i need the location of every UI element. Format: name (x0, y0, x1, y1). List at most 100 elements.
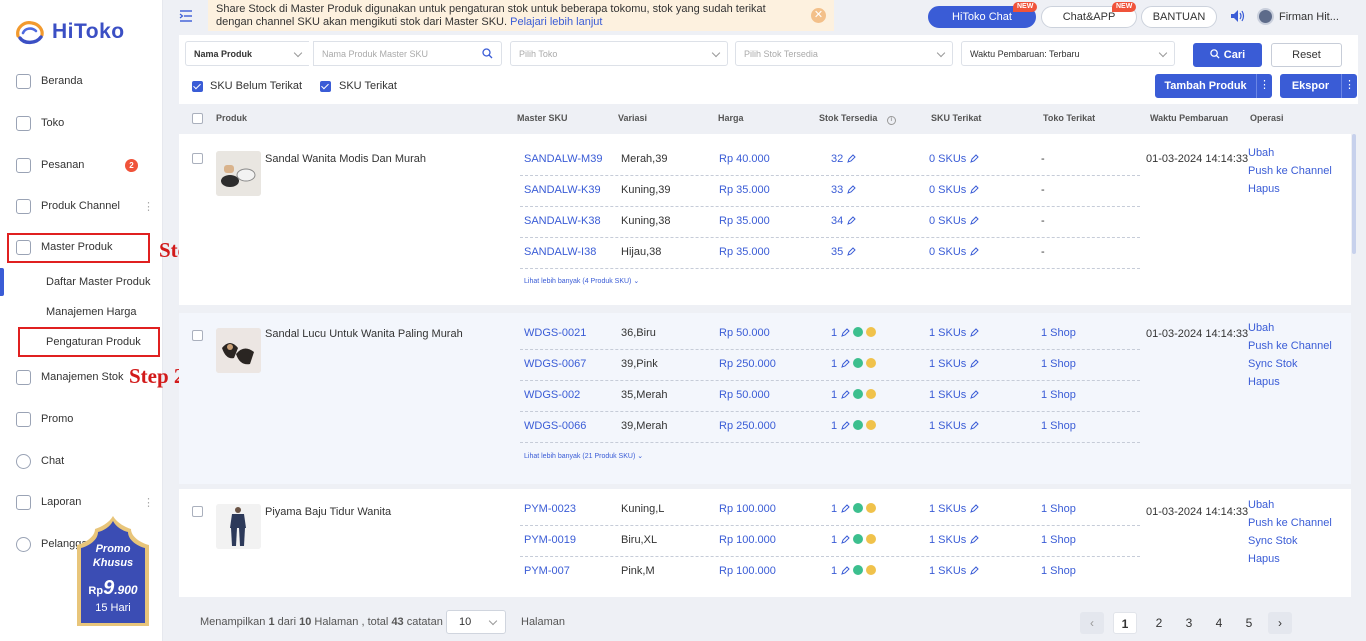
pencil-icon[interactable] (841, 535, 850, 544)
export-more-icon[interactable]: ⋮ (1341, 74, 1357, 98)
bound-sku-value[interactable]: 0 SKUs (929, 215, 980, 227)
pencil-icon[interactable] (970, 247, 980, 256)
stock-value[interactable]: 33 (831, 184, 856, 196)
bound-sku-value[interactable]: 0 SKUs (929, 246, 980, 258)
sync-status-icon[interactable] (853, 420, 864, 430)
prev-page-button[interactable]: ‹ (1080, 612, 1104, 634)
bound-sku-value[interactable]: 1 SKUs (929, 327, 980, 339)
delete-link[interactable]: Hapus (1248, 180, 1332, 198)
bound-sku-value[interactable]: 1 SKUs (929, 503, 980, 515)
more-vertical-icon[interactable]: ⋮ (143, 496, 154, 509)
close-icon[interactable]: ✕ (811, 8, 826, 23)
unbound-sku-checkbox[interactable] (192, 81, 203, 92)
master-sku-link[interactable]: WDGS-0066 (524, 420, 586, 432)
master-sku-link[interactable]: PYM-007 (524, 565, 570, 577)
lock-status-icon[interactable] (866, 389, 877, 399)
pencil-icon[interactable] (970, 421, 980, 430)
edit-link[interactable]: Ubah (1248, 496, 1332, 514)
product-name[interactable]: Sandal Wanita Modis Dan Murah (265, 153, 426, 165)
sync-status-icon[interactable] (853, 389, 864, 399)
lock-status-icon[interactable] (866, 503, 877, 513)
pencil-icon[interactable] (970, 535, 980, 544)
speaker-icon[interactable] (1230, 9, 1245, 23)
lock-status-icon[interactable] (866, 565, 877, 575)
product-thumbnail[interactable] (216, 504, 261, 549)
pencil-icon[interactable] (841, 328, 850, 337)
bound-store[interactable]: 1 Shop (1041, 565, 1076, 577)
master-sku-link[interactable]: SANDALW-K39 (524, 184, 601, 196)
select-all-checkbox[interactable] (192, 113, 203, 124)
stock-value[interactable]: 32 (831, 153, 856, 165)
search-type-select[interactable]: Nama Produk (185, 41, 309, 66)
stock-value[interactable]: 1 (831, 565, 877, 577)
sidebar-item-pesanan[interactable]: Pesanan 2 (0, 150, 162, 180)
bound-sku-value[interactable]: 0 SKUs (929, 153, 980, 165)
product-thumbnail[interactable] (216, 328, 261, 373)
hitoko-chat-button[interactable]: HiToko Chat NEW (928, 2, 1038, 28)
edit-link[interactable]: Ubah (1248, 144, 1332, 162)
push-channel-link[interactable]: Push ke Channel (1248, 162, 1332, 180)
next-page-button[interactable]: › (1268, 612, 1292, 634)
pencil-icon[interactable] (970, 359, 980, 368)
lock-status-icon[interactable] (866, 358, 877, 368)
push-channel-link[interactable]: Push ke Channel (1248, 337, 1332, 355)
add-product-more-icon[interactable]: ⋮ (1256, 74, 1272, 98)
bound-sku-value[interactable]: 1 SKUs (929, 358, 980, 370)
menu-collapse-icon[interactable] (179, 9, 193, 23)
product-name[interactable]: Piyama Baju Tidur Wanita (265, 506, 391, 518)
stock-value[interactable]: 1 (831, 503, 877, 515)
chat-app-button[interactable]: Chat&APP NEW (1041, 2, 1137, 28)
sidebar-subitem-manajemen-harga[interactable]: Manajemen Harga (0, 299, 162, 325)
bound-sku-value[interactable]: 1 SKUs (929, 565, 980, 577)
master-sku-link[interactable]: SANDALW-I38 (524, 246, 596, 258)
master-sku-link[interactable]: WDGS-0067 (524, 358, 586, 370)
product-name[interactable]: Sandal Lucu Untuk Wanita Paling Murah (265, 328, 463, 340)
store-select[interactable]: Pilih Toko (510, 41, 728, 66)
stock-value[interactable]: 35 (831, 246, 856, 258)
product-checkbox[interactable] (192, 330, 203, 341)
stock-select[interactable]: Pilih Stok Tersedia (735, 41, 953, 66)
search-icon[interactable] (482, 48, 493, 59)
sync-status-icon[interactable] (853, 327, 864, 337)
lock-status-icon[interactable] (866, 327, 877, 337)
pencil-icon[interactable] (847, 185, 856, 194)
pencil-icon[interactable] (841, 504, 850, 513)
bound-store[interactable]: 1 Shop (1041, 389, 1076, 401)
see-more-link[interactable]: Lihat lebih banyak (4 Produk SKU) ⌄ (524, 277, 639, 285)
bound-sku-value[interactable]: 0 SKUs (929, 184, 980, 196)
page-button-3[interactable]: 3 (1177, 612, 1201, 634)
export-button[interactable]: Ekspor (1280, 74, 1341, 98)
edit-link[interactable]: Ubah (1248, 319, 1332, 337)
pencil-icon[interactable] (970, 390, 980, 399)
sync-status-icon[interactable] (853, 565, 864, 575)
scrollbar-thumb[interactable] (1352, 134, 1356, 254)
bound-sku-checkbox[interactable] (320, 81, 331, 92)
master-sku-link[interactable]: PYM-0023 (524, 503, 576, 515)
product-checkbox[interactable] (192, 153, 203, 164)
bound-store[interactable]: 1 Shop (1041, 327, 1076, 339)
pencil-icon[interactable] (847, 154, 856, 163)
bound-store[interactable]: 1 Shop (1041, 358, 1076, 370)
pencil-icon[interactable] (970, 154, 980, 163)
master-sku-link[interactable]: WDGS-0021 (524, 327, 586, 339)
user-menu[interactable]: Firman Hit... (1257, 8, 1339, 25)
bound-sku-value[interactable]: 1 SKUs (929, 389, 980, 401)
stock-value[interactable]: 1 (831, 358, 877, 370)
stock-value[interactable]: 1 (831, 327, 877, 339)
delete-link[interactable]: Hapus (1248, 550, 1332, 568)
logo[interactable]: HiToko (14, 18, 125, 46)
sidebar-item-chat[interactable]: Chat (0, 446, 162, 476)
master-sku-link[interactable]: PYM-0019 (524, 534, 576, 546)
pencil-icon[interactable] (847, 216, 856, 225)
see-more-link[interactable]: Lihat lebih banyak (21 Produk SKU) ⌄ (524, 452, 643, 460)
pencil-icon[interactable] (970, 328, 980, 337)
sidebar-item-produk-channel[interactable]: Produk Channel ⋮ (0, 191, 162, 221)
sidebar-item-beranda[interactable]: Beranda (0, 66, 162, 96)
reset-button[interactable]: Reset (1271, 43, 1342, 67)
page-button-5[interactable]: 5 (1237, 612, 1261, 634)
lock-status-icon[interactable] (866, 534, 877, 544)
page-button-2[interactable]: 2 (1147, 612, 1171, 634)
sidebar-item-toko[interactable]: Toko (0, 108, 162, 138)
product-thumbnail[interactable] (216, 151, 261, 196)
pencil-icon[interactable] (841, 566, 850, 575)
